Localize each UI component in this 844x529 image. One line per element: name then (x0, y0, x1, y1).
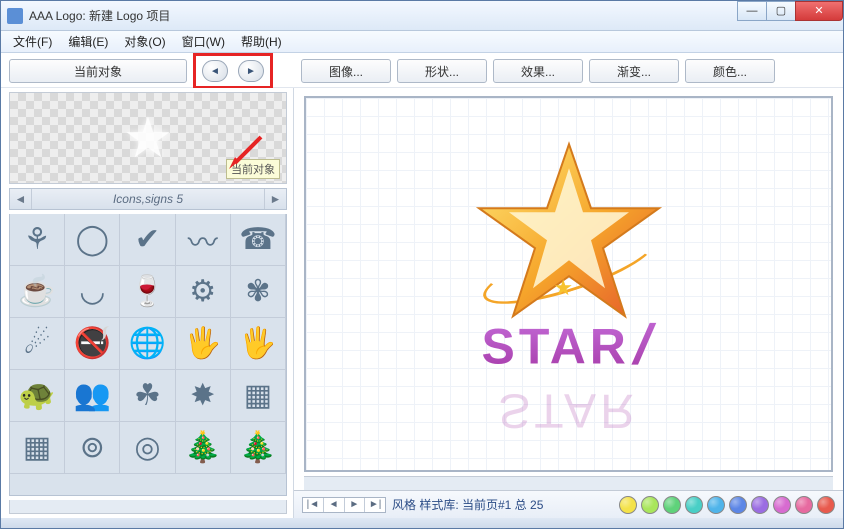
pager-prev[interactable]: ◄ (324, 498, 345, 512)
library-icon-22[interactable]: ◎ (120, 422, 175, 474)
pager-next[interactable]: ► (345, 498, 366, 512)
style-pager: |◄ ◄ ► ►| (302, 497, 386, 513)
library-next-button[interactable]: ► (264, 189, 286, 209)
highlighted-arrow-group: ◄ ► (193, 53, 273, 89)
library-icon-7[interactable]: 🍷 (120, 266, 175, 318)
library-header: ◄ Icons,signs 5 ► (9, 188, 287, 210)
library-icon-6[interactable]: ◡ (65, 266, 120, 318)
palette-swatch-4[interactable] (707, 496, 725, 514)
library-prev-button[interactable]: ◄ (10, 189, 32, 209)
logo-reflection: STAR (498, 383, 638, 438)
library-icon-10[interactable]: ☄ (10, 318, 65, 370)
library-icon-0[interactable]: ⚘ (10, 214, 65, 266)
app-window: AAA Logo: 新建 Logo 项目 — ▢ ✕ 文件(F) 编辑(E) 对… (0, 0, 844, 529)
logo-word: STAR (482, 317, 630, 375)
menu-object[interactable]: 对象(O) (118, 31, 171, 52)
library-icon-1[interactable]: ◯ (65, 214, 120, 266)
library-icon-18[interactable]: ✸ (176, 370, 231, 422)
library-icon-19[interactable]: ▦ (231, 370, 286, 422)
palette-swatch-3[interactable] (685, 496, 703, 514)
canvas[interactable]: ★ STAR / STAR (304, 96, 833, 472)
object-preview: ★ 当前对象 (9, 92, 287, 184)
library-icon-16[interactable]: 👥 (65, 370, 120, 422)
palette-swatch-5[interactable] (729, 496, 747, 514)
annotation-arrow-icon (225, 133, 265, 173)
icon-grid: ⚘◯✔〰☎☕◡🍷⚙✾☄🚭🌐🖐🖐🐢👥☘✸▦▦⊚◎🎄🎄 (9, 214, 287, 496)
small-star-icon: ★ (553, 275, 573, 301)
library-icon-9[interactable]: ✾ (231, 266, 286, 318)
library-icon-5[interactable]: ☕ (10, 266, 65, 318)
effect-button[interactable]: 效果... (493, 59, 583, 83)
menu-window[interactable]: 窗口(W) (176, 31, 231, 52)
color-palette (619, 496, 835, 514)
library-icon-14[interactable]: 🖐 (231, 318, 286, 370)
preview-star-icon: ★ (123, 105, 173, 171)
library-icon-23[interactable]: 🎄 (176, 422, 231, 474)
window-title: AAA Logo: 新建 Logo 项目 (29, 7, 738, 24)
canvas-wrap: ★ STAR / STAR (294, 88, 843, 476)
library-icon-3[interactable]: 〰 (176, 214, 231, 266)
library-icon-2[interactable]: ✔ (120, 214, 175, 266)
shape-button[interactable]: 形状... (397, 59, 487, 83)
menu-file[interactable]: 文件(F) (7, 31, 58, 52)
pager-last[interactable]: ►| (365, 498, 385, 512)
current-object-button[interactable]: 当前对象 (9, 59, 187, 83)
minimize-button[interactable]: — (737, 1, 767, 21)
main-area: ★ 当前对象 ◄ Icons,signs 5 ► ⚘◯✔〰☎☕◡🍷⚙✾☄🚭🌐🖐🖐… (1, 88, 843, 518)
bottom-strip (1, 518, 843, 528)
palette-swatch-2[interactable] (663, 496, 681, 514)
menu-help[interactable]: 帮助(H) (235, 31, 288, 52)
maximize-button[interactable]: ▢ (766, 1, 796, 21)
gradient-button[interactable]: 渐变... (589, 59, 679, 83)
logo-text: STAR / (482, 311, 656, 376)
library-icon-15[interactable]: 🐢 (10, 370, 65, 422)
prev-object-button[interactable]: ◄ (202, 60, 228, 82)
palette-swatch-1[interactable] (641, 496, 659, 514)
menu-edit[interactable]: 编辑(E) (62, 31, 114, 52)
library-icon-12[interactable]: 🌐 (120, 318, 175, 370)
right-pane: ★ STAR / STAR |◄ ◄ ► ►| (293, 88, 843, 518)
toolbar: 当前对象 ◄ ► 图像... 形状... 效果... 渐变... 颜色... (1, 53, 843, 88)
library-icon-4[interactable]: ☎ (231, 214, 286, 266)
library-icon-21[interactable]: ⊚ (65, 422, 120, 474)
left-scrollbar[interactable] (9, 500, 287, 514)
titlebar[interactable]: AAA Logo: 新建 Logo 项目 — ▢ ✕ (1, 1, 843, 31)
palette-swatch-6[interactable] (751, 496, 769, 514)
library-icon-17[interactable]: ☘ (120, 370, 175, 422)
pager-first[interactable]: |◄ (303, 498, 324, 512)
color-button[interactable]: 颜色... (685, 59, 775, 83)
library-icon-13[interactable]: 🖐 (176, 318, 231, 370)
image-button[interactable]: 图像... (301, 59, 391, 83)
library-icon-24[interactable]: 🎄 (231, 422, 286, 474)
status-text: 风格 样式库: 当前页#1 总 25 (392, 496, 543, 513)
palette-swatch-7[interactable] (773, 496, 791, 514)
palette-swatch-8[interactable] (795, 496, 813, 514)
library-icon-11[interactable]: 🚭 (65, 318, 120, 370)
library-icon-8[interactable]: ⚙ (176, 266, 231, 318)
palette-swatch-9[interactable] (817, 496, 835, 514)
window-controls: — ▢ ✕ (738, 1, 843, 21)
library-icon-20[interactable]: ▦ (10, 422, 65, 474)
palette-swatch-0[interactable] (619, 496, 637, 514)
close-button[interactable]: ✕ (795, 1, 843, 21)
library-title: Icons,signs 5 (32, 192, 264, 206)
statusbar: |◄ ◄ ► ►| 风格 样式库: 当前页#1 总 25 (294, 490, 843, 518)
canvas-scrollbar[interactable] (304, 476, 833, 490)
left-pane: ★ 当前对象 ◄ Icons,signs 5 ► ⚘◯✔〰☎☕◡🍷⚙✾☄🚭🌐🖐🖐… (1, 88, 293, 518)
menubar: 文件(F) 编辑(E) 对象(O) 窗口(W) 帮助(H) (1, 31, 843, 53)
logo-slash: / (628, 311, 664, 376)
app-icon (7, 8, 23, 24)
big-star-icon (469, 132, 669, 337)
next-object-button[interactable]: ► (238, 60, 264, 82)
